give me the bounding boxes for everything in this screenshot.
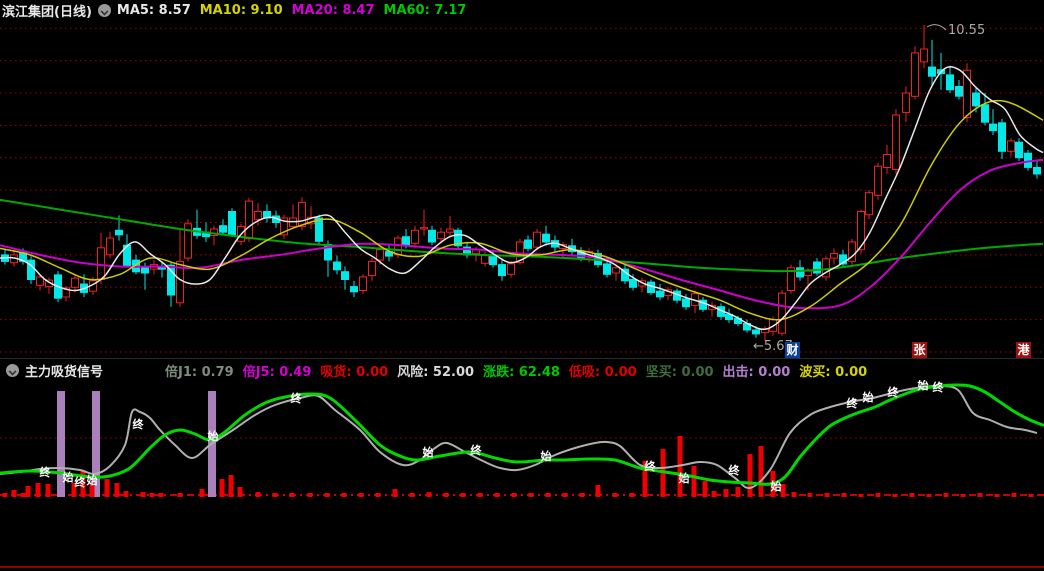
phase-label: 终 bbox=[933, 380, 945, 394]
phase-label: 始 bbox=[541, 449, 552, 463]
indicator-field: 波买: 0.00 bbox=[799, 364, 868, 380]
window-bottom-border bbox=[0, 566, 1044, 568]
phase-label: 始 bbox=[918, 380, 929, 392]
indicator-field: 涨跌: 62.48 bbox=[483, 364, 560, 380]
price-annotation: 10.55 bbox=[948, 23, 985, 38]
ma-field: MA5: 8.57 bbox=[116, 3, 191, 18]
indicator-field: 倍J1: 0.79 bbox=[165, 364, 234, 380]
phase-label: 终 bbox=[847, 396, 859, 410]
phase-label: 终 bbox=[888, 385, 900, 399]
ma-field: MA10: 9.10 bbox=[199, 3, 283, 18]
phase-label: 始 bbox=[423, 445, 434, 459]
phase-label: 终 bbox=[471, 443, 483, 457]
indicator-field: 低吸: 0.00 bbox=[568, 364, 637, 380]
ma-field: MA60: 7.17 bbox=[383, 3, 467, 18]
phase-label: 终 bbox=[645, 459, 657, 473]
news-marker[interactable]: 港 bbox=[1016, 342, 1031, 358]
phase-label: 终 bbox=[291, 391, 303, 405]
phase-label: 终 bbox=[40, 465, 52, 479]
indicator-values: 倍J1: 0.79 倍J5: 0.49 吸货: 0.00 风险: 52.00 涨跌: 6… bbox=[103, 361, 876, 380]
phase-label: 始 bbox=[208, 429, 219, 443]
indicator-field: 风险: 52.00 bbox=[397, 364, 475, 380]
chart-header: 滨江集团(日线) MA5: 8.57 MA10: 9.10 MA20: 8.47 MA… bbox=[0, 0, 1044, 21]
indicator-field: 坚买: 0.00 bbox=[645, 364, 714, 380]
phase-label: 始 bbox=[679, 471, 690, 485]
trading-app-window: 滨江集团(日线) MA5: 8.57 MA10: 9.10 MA20: 8.47 MA… bbox=[0, 0, 1044, 571]
indicator-field: 吸货: 0.00 bbox=[320, 364, 389, 380]
stock-title: 滨江集团(日线) bbox=[2, 5, 92, 20]
news-marker[interactable]: 财 bbox=[785, 342, 800, 358]
phase-label: 终 bbox=[133, 417, 145, 431]
ma-values: MA5: 8.57 MA10: 9.10 MA20: 8.47 MA60: 7.17 bbox=[117, 3, 476, 18]
phase-label: 始 bbox=[87, 473, 98, 487]
phase-label: 始 bbox=[863, 390, 874, 404]
indicator-chart[interactable]: 终始终始终始终始终始终始终始终始终始终 bbox=[0, 380, 1044, 500]
indicator-header: 主力吸货信号 倍J1: 0.79 倍J5: 0.49 吸货: 0.00 风险: 52.… bbox=[0, 358, 1044, 381]
indicator-title: 主力吸货信号 bbox=[25, 364, 104, 380]
phase-label: 始 bbox=[63, 470, 74, 484]
candlestick-chart[interactable]: 10.55←5.67 bbox=[0, 21, 1044, 358]
phase-label: 终 bbox=[729, 463, 741, 477]
phase-label: 始 bbox=[771, 479, 782, 493]
indicator-field: 倍J5: 0.49 bbox=[242, 364, 312, 380]
news-marker[interactable]: 张 bbox=[912, 342, 927, 358]
ma-field: MA20: 8.47 bbox=[291, 3, 375, 18]
phase-label: 终 bbox=[75, 475, 87, 489]
indicator-field: 出击: 0.00 bbox=[722, 364, 791, 380]
chevron-down-icon[interactable] bbox=[97, 4, 111, 17]
chevron-down-icon[interactable] bbox=[6, 363, 19, 377]
